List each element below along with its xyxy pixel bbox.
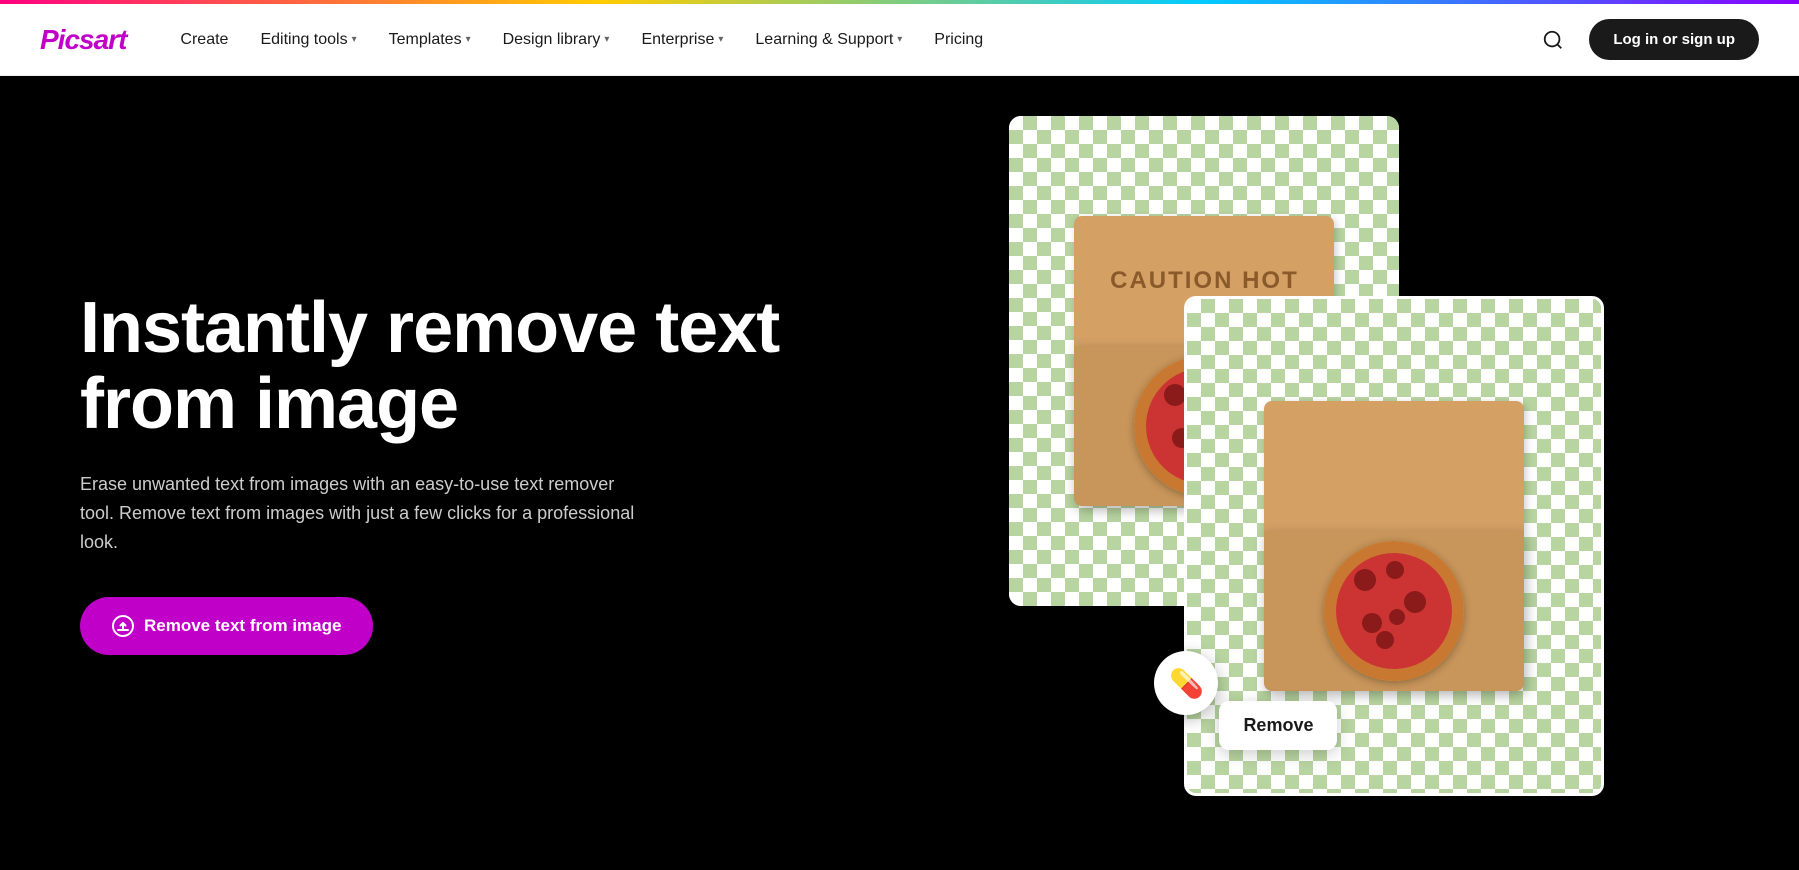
upload-arrow-icon xyxy=(116,619,130,633)
login-button[interactable]: Log in or sign up xyxy=(1589,19,1759,60)
chevron-down-icon: ▾ xyxy=(352,34,357,45)
chevron-down-icon: ▾ xyxy=(466,34,471,45)
picsart-logo[interactable]: Picsart xyxy=(40,24,126,56)
pizza-after xyxy=(1324,541,1464,681)
nav-learning-support[interactable]: Learning & Support ▾ xyxy=(741,23,916,57)
chevron-down-icon: ▾ xyxy=(604,34,609,45)
main-nav: Create Editing tools ▾ Templates ▾ Desig… xyxy=(166,23,1533,57)
header: Picsart Create Editing tools ▾ Templates… xyxy=(0,4,1799,76)
hero-title: Instantly remove text from image xyxy=(80,291,929,442)
box-base-after xyxy=(1264,531,1524,691)
search-icon xyxy=(1542,29,1564,51)
box-lid-clean xyxy=(1264,401,1524,531)
nav-pricing[interactable]: Pricing xyxy=(920,23,997,57)
hero-section: Instantly remove text from image Erase u… xyxy=(0,76,1799,870)
box-lid-text: CAUTION HOT xyxy=(1110,267,1299,296)
remove-tooltip: Remove xyxy=(1219,701,1337,750)
nav-editing-tools[interactable]: Editing tools ▾ xyxy=(246,23,370,57)
chevron-down-icon: ▾ xyxy=(897,34,902,45)
hero-subtitle: Erase unwanted text from images with an … xyxy=(80,470,640,556)
magic-wand-button[interactable]: 💊 xyxy=(1154,651,1218,715)
hero-content: Instantly remove text from image Erase u… xyxy=(0,211,989,735)
hero-images: CAUTION HOT xyxy=(989,76,1799,870)
nav-templates[interactable]: Templates ▾ xyxy=(375,23,485,57)
nav-enterprise[interactable]: Enterprise ▾ xyxy=(627,23,737,57)
cta-button[interactable]: Remove text from image xyxy=(80,597,373,655)
magic-wand-icon: 💊 xyxy=(1169,667,1204,700)
search-button[interactable] xyxy=(1533,20,1573,60)
chevron-down-icon: ▾ xyxy=(718,34,723,45)
nav-create[interactable]: Create xyxy=(166,23,242,57)
header-right: Log in or sign up xyxy=(1533,19,1759,60)
nav-design-library[interactable]: Design library ▾ xyxy=(489,23,624,57)
upload-icon xyxy=(112,615,134,637)
